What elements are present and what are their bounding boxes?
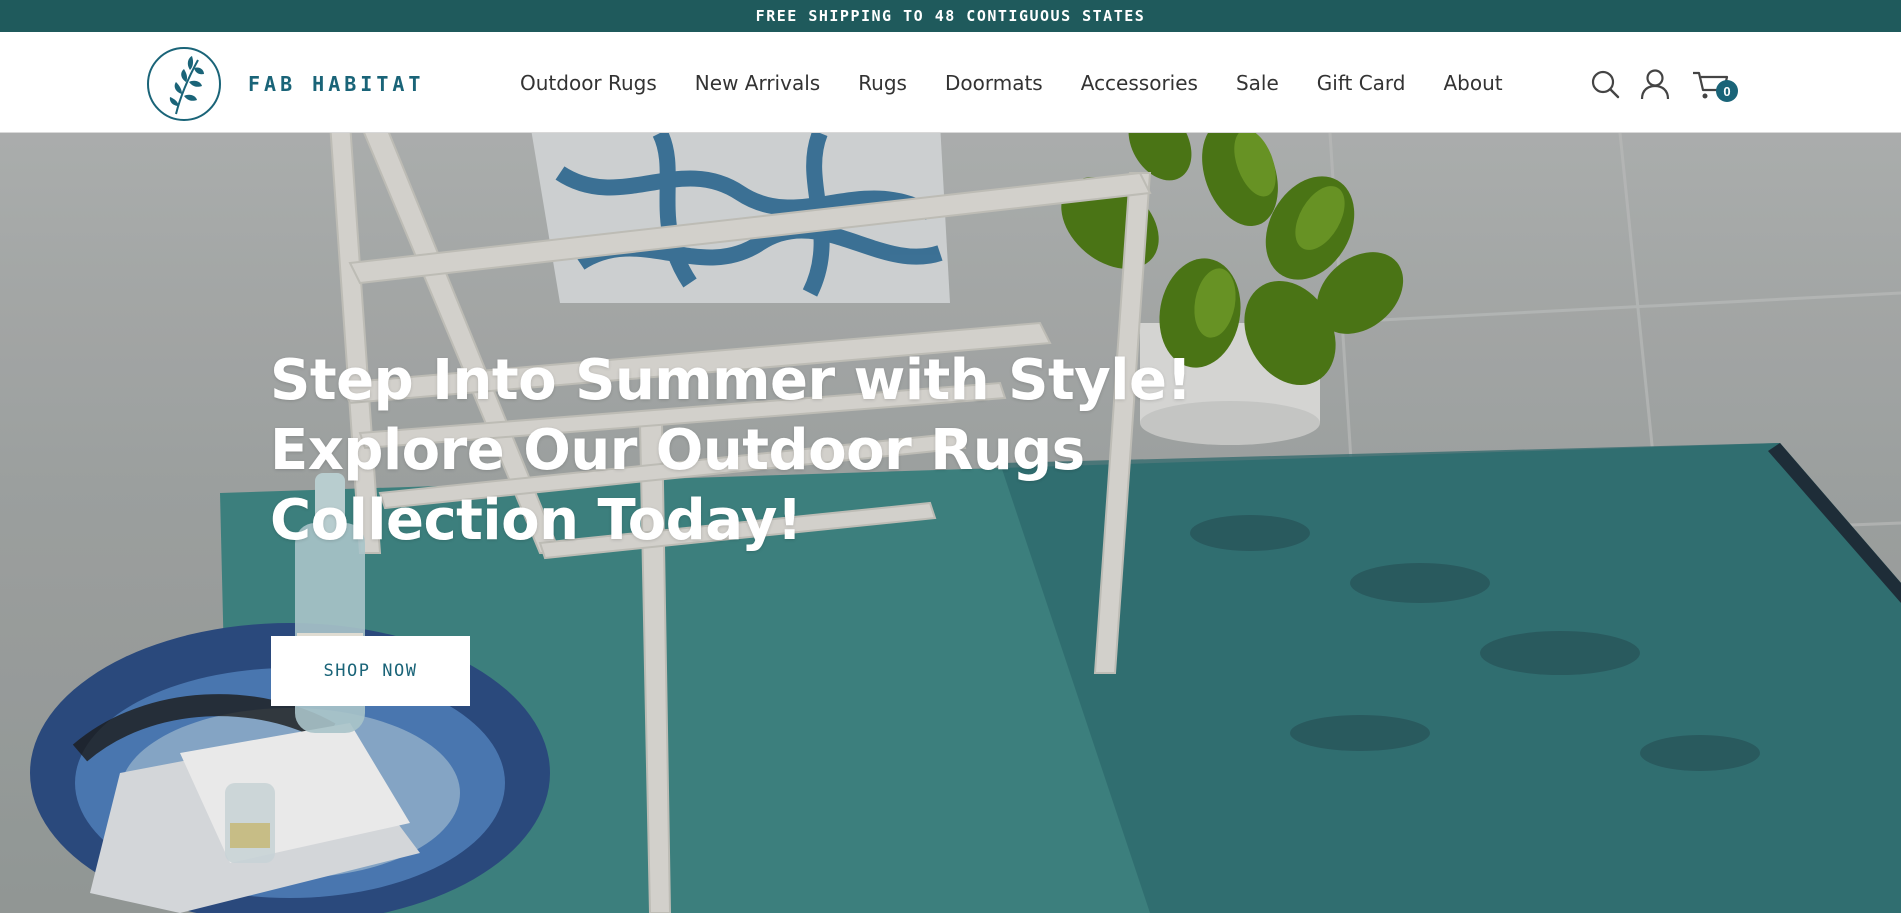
announcement-bar: FREE SHIPPING TO 48 CONTIGUOUS STATES (0, 0, 1901, 32)
hero-heading: Step Into Summer with Style! Explore Our… (270, 346, 1270, 556)
account-button[interactable] (1640, 68, 1670, 100)
account-icon (1640, 69, 1670, 100)
search-button[interactable] (1590, 69, 1620, 99)
nav-item-outdoor-rugs[interactable]: Outdoor Rugs (520, 71, 657, 95)
cart-button[interactable]: 0 (1692, 68, 1738, 102)
nav-item-sale[interactable]: Sale (1236, 71, 1279, 95)
leaf-circle-icon (147, 47, 221, 121)
nav-item-new-arrivals[interactable]: New Arrivals (695, 71, 820, 95)
main-nav: Outdoor Rugs New Arrivals Rugs Doormats … (520, 32, 1503, 133)
nav-item-gift-card[interactable]: Gift Card (1317, 71, 1406, 95)
cart-count-badge: 0 (1716, 80, 1738, 102)
nav-item-accessories[interactable]: Accessories (1081, 71, 1198, 95)
header-actions: 0 (1590, 66, 1738, 102)
brand-name: FAB HABITAT (248, 72, 425, 96)
site-header: FAB HABITAT Outdoor Rugs New Arrivals Ru… (0, 32, 1901, 133)
brand-logo-link[interactable]: FAB HABITAT (146, 46, 424, 122)
hero-banner: Step Into Summer with Style! Explore Our… (0, 133, 1901, 913)
search-icon (1591, 70, 1620, 99)
announcement-text: FREE SHIPPING TO 48 CONTIGUOUS STATES (755, 7, 1146, 25)
nav-item-rugs[interactable]: Rugs (858, 71, 907, 95)
hero-heading-line: Collection Today! (270, 488, 802, 553)
hero-heading-line: Step Into Summer with Style! (270, 348, 1192, 413)
nav-item-doormats[interactable]: Doormats (945, 71, 1043, 95)
hero-heading-line: Explore Our Outdoor Rugs (270, 418, 1085, 483)
shop-now-button[interactable]: SHOP NOW (271, 636, 470, 706)
nav-item-about[interactable]: About (1444, 71, 1503, 95)
